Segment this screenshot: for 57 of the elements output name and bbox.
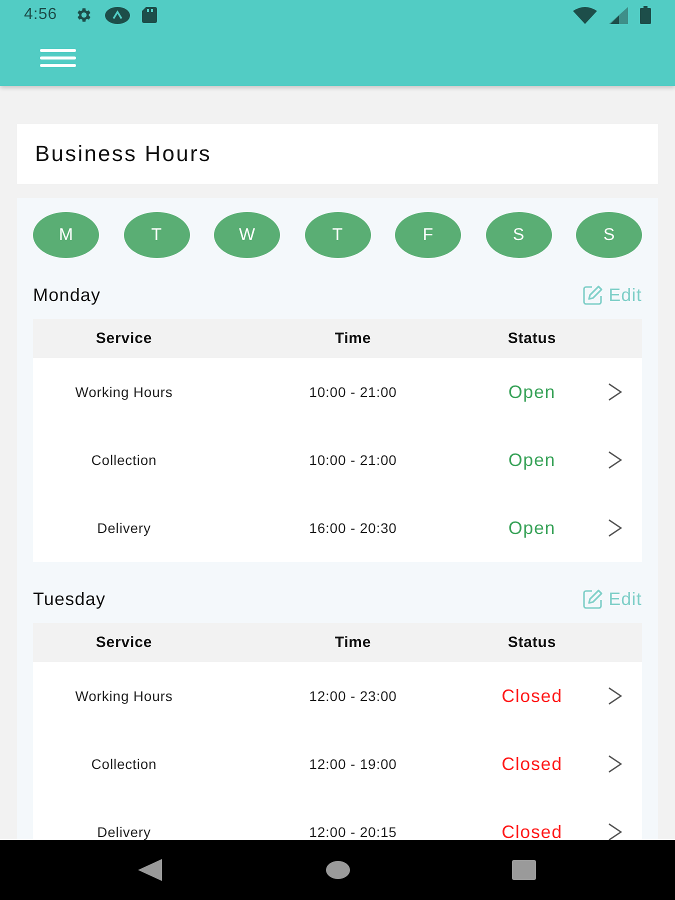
day-button[interactable]: T xyxy=(124,212,190,258)
time-cell: 12:00 - 23:00 xyxy=(309,688,397,704)
edit-icon xyxy=(582,589,603,609)
caret-badge-icon xyxy=(105,6,130,24)
time-cell: 16:00 - 20:30 xyxy=(309,520,397,536)
day-heading: Tuesday xyxy=(33,588,106,610)
service-cell: Collection xyxy=(91,756,157,772)
chevron-right-icon xyxy=(608,383,622,401)
service-cell: Working Hours xyxy=(75,384,173,400)
time-cell: 10:00 - 21:00 xyxy=(309,384,397,400)
column-header: Service xyxy=(96,634,152,651)
service-cell: Delivery xyxy=(97,824,151,840)
square-icon xyxy=(512,860,536,880)
column-header: Time xyxy=(334,634,372,651)
status-text: Open xyxy=(508,518,556,538)
column-header: Time xyxy=(334,330,372,347)
page-title: Business Hours xyxy=(35,141,212,167)
chevron-right-icon xyxy=(608,687,622,705)
column-header: Status xyxy=(508,634,556,651)
column-header: Service xyxy=(96,330,152,347)
wifi-icon xyxy=(573,6,597,24)
day-button[interactable]: W xyxy=(214,212,280,258)
chevron-right-icon xyxy=(608,451,622,469)
signal-icon xyxy=(609,6,628,24)
day-button[interactable]: T xyxy=(304,212,370,258)
status-text: Open xyxy=(508,450,556,470)
edit-icon xyxy=(582,285,603,305)
menu-icon xyxy=(40,49,76,67)
day-button[interactable]: F xyxy=(395,212,461,258)
status-text: Closed xyxy=(502,822,562,840)
status-time: 4:56 xyxy=(24,6,58,24)
edit-link[interactable]: Edit xyxy=(582,588,642,610)
status-text: Open xyxy=(508,382,556,402)
status-text: Closed xyxy=(502,686,562,706)
battery-icon xyxy=(640,6,651,24)
day-button[interactable]: S xyxy=(486,212,552,258)
service-cell: Working Hours xyxy=(75,688,173,704)
edit-link[interactable]: Edit xyxy=(582,284,642,306)
home-circle-icon xyxy=(326,861,350,879)
service-cell: Delivery xyxy=(97,520,151,536)
time-cell: 12:00 - 20:15 xyxy=(309,824,397,840)
chevron-right-icon xyxy=(608,823,622,840)
service-cell: Collection xyxy=(91,452,157,468)
home-button[interactable] xyxy=(326,861,350,879)
sd-card-icon xyxy=(142,7,158,23)
day-button[interactable]: M xyxy=(33,212,99,258)
time-cell: 12:00 - 19:00 xyxy=(309,756,397,772)
day-button[interactable]: S xyxy=(576,212,642,258)
back-button[interactable] xyxy=(138,859,162,881)
column-header: Status xyxy=(508,330,556,347)
gear-icon xyxy=(75,6,94,24)
time-cell: 10:00 - 21:00 xyxy=(309,452,397,468)
back-triangle-icon xyxy=(138,859,162,881)
day-heading: Monday xyxy=(33,284,101,306)
chevron-right-icon xyxy=(608,519,622,537)
status-text: Closed xyxy=(502,754,562,774)
chevron-right-icon xyxy=(608,755,622,773)
